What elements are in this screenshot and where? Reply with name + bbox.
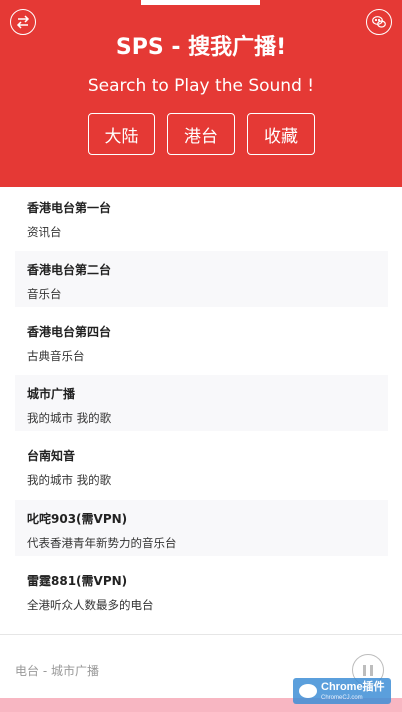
app-header: SPS - 搜我广播! Search to Play the Sound ! 大… [0, 0, 402, 187]
watermark-icon [299, 684, 317, 698]
pause-bar [370, 664, 373, 676]
station-name: 城市广播 [27, 387, 76, 401]
station-item[interactable]: 香港电台第四台 古典音乐台 [15, 313, 388, 369]
station-item[interactable]: 台南知音 我的城市 我的歌 [15, 437, 388, 493]
nav-favorites-button[interactable]: 收藏 [247, 113, 315, 155]
station-desc: 音乐台 [27, 287, 62, 301]
now-playing-label: 电台 - 城市广播 [15, 664, 99, 678]
pause-bar [363, 664, 366, 676]
station-name: 香港电台第四台 [27, 325, 112, 339]
station-name: 香港电台第二台 [27, 263, 112, 277]
station-name: 叱咤903(需VPN) [27, 512, 128, 526]
station-desc: 代表香港青年新势力的音乐台 [27, 536, 177, 550]
watermark-sub: ChromeCJ.com [321, 694, 363, 701]
app-subtitle: Search to Play the Sound ! [87, 76, 315, 96]
station-item[interactable]: 香港电台第一台 资讯台 [15, 189, 388, 245]
station-desc: 我的城市 我的歌 [27, 473, 112, 487]
app-title: SPS - 搜我广播! [115, 35, 287, 60]
top-tab-indicator [141, 0, 260, 5]
station-desc: 古典音乐台 [27, 349, 85, 363]
station-item[interactable]: 城市广播 我的城市 我的歌 [15, 375, 388, 431]
station-desc: 全港听众人数最多的电台 [27, 598, 154, 612]
station-name: 香港电台第一台 [27, 201, 112, 215]
player-divider [0, 634, 402, 635]
station-item[interactable]: 叱咤903(需VPN) 代表香港青年新势力的音乐台 [15, 500, 388, 556]
watermark-logo: Chrome插件 ChromeCJ.com [293, 678, 391, 704]
station-list: 香港电台第一台 资讯台 香港电台第二台 音乐台 香港电台第四台 古典音乐台 城市… [0, 187, 402, 634]
watermark-text: Chrome插件 ChromeCJ.com [321, 680, 385, 701]
station-item[interactable]: 雷霆881(需VPN) 全港听众人数最多的电台 [15, 562, 388, 618]
station-name: 雷霆881(需VPN) [27, 574, 128, 588]
station-name: 台南知音 [27, 449, 76, 463]
watermark-main: Chrome插件 [321, 680, 385, 693]
nav-hktw-button[interactable]: 港台 [167, 113, 235, 155]
nav-mainland-button[interactable]: 大陆 [88, 113, 155, 155]
station-item[interactable]: 香港电台第二台 音乐台 [15, 251, 388, 307]
station-desc: 我的城市 我的歌 [27, 411, 112, 425]
station-desc: 资讯台 [27, 225, 62, 239]
